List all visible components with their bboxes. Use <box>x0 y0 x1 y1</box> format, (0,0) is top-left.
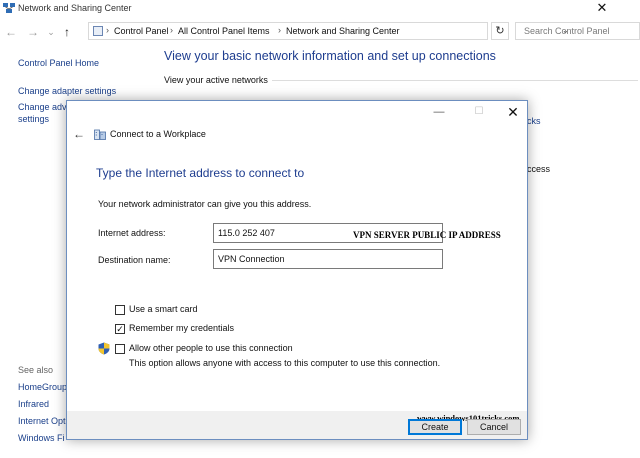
see-also-internet-options[interactable]: Internet Opt <box>18 416 66 426</box>
divider <box>272 80 638 81</box>
smart-card-checkbox[interactable] <box>115 305 125 315</box>
sidebar-link-advanced-cont[interactable]: settings <box>18 114 49 124</box>
vpn-annotation: VPN SERVER PUBLIC IP ADDRESS <box>353 230 501 240</box>
link-fragment[interactable]: cks <box>527 116 541 126</box>
remember-credentials-label[interactable]: Remember my credentials <box>129 323 234 333</box>
sidebar-link-home[interactable]: Control Panel Home <box>18 58 99 68</box>
window-close-icon[interactable]: ✕ <box>590 1 614 15</box>
allow-others-note: This option allows anyone with access to… <box>129 358 441 368</box>
control-panel-icon <box>93 26 103 36</box>
remember-credentials-checkbox[interactable]: ✓ <box>115 324 125 334</box>
address-bar: ← → ⌄ ↑ › Control Panel › All Control Pa… <box>0 22 640 44</box>
breadcrumb-separator: › <box>106 25 109 35</box>
breadcrumb-network-center[interactable]: Network and Sharing Center <box>286 26 400 36</box>
see-also-homegroup[interactable]: HomeGroup <box>18 382 67 392</box>
breadcrumb-separator: › <box>278 25 281 35</box>
minimize-icon[interactable]: — <box>429 105 449 119</box>
create-button[interactable]: Create <box>408 419 462 435</box>
maximize-icon: ☐ <box>474 106 484 117</box>
sidebar-link-advanced[interactable]: Change adv <box>18 102 67 112</box>
dialog-heading: Type the Internet address to connect to <box>96 166 305 180</box>
back-arrow-icon[interactable]: ← <box>4 25 18 39</box>
internet-address-label: Internet address: <box>98 228 166 238</box>
breadcrumb-separator: › <box>170 25 173 35</box>
smart-card-label[interactable]: Use a smart card <box>129 304 198 314</box>
window-title: Network and Sharing Center <box>18 3 132 13</box>
breadcrumb-control-panel[interactable]: Control Panel <box>114 26 169 36</box>
see-also-infrared[interactable]: Infrared <box>18 399 49 409</box>
breadcrumb-all-items[interactable]: All Control Panel Items <box>178 26 270 36</box>
address-box[interactable]: › Control Panel › All Control Panel Item… <box>88 22 569 40</box>
up-arrow-icon[interactable]: ↑ <box>60 25 74 39</box>
text-fragment: ccess <box>527 164 551 174</box>
search-box[interactable]: Search Control Panel <box>515 22 640 40</box>
refresh-icon[interactable]: ↻ <box>491 22 509 40</box>
instruction-text: Your network administrator can give you … <box>98 199 312 209</box>
destination-name-input[interactable] <box>213 249 443 269</box>
network-center-icon <box>3 3 15 13</box>
forward-arrow-icon[interactable]: → <box>26 25 40 39</box>
destination-name-label: Destination name: <box>98 255 171 265</box>
allow-others-checkbox[interactable] <box>115 344 125 354</box>
title-bar: Network and Sharing Center ✕ <box>0 0 640 18</box>
close-icon[interactable]: ✕ <box>503 104 523 120</box>
workplace-icon <box>94 129 106 140</box>
search-placeholder: Search Control Panel <box>524 26 610 36</box>
connect-workplace-dialog: — ☐ ✕ ← Connect to a Workplace Type the … <box>66 100 528 440</box>
see-also-heading: See also <box>18 365 54 375</box>
uac-shield-icon <box>98 342 110 355</box>
allow-others-label[interactable]: Allow other people to use this connectio… <box>129 343 293 353</box>
cancel-button[interactable]: Cancel <box>467 419 521 435</box>
active-networks-label: View your active networks <box>164 75 268 85</box>
sidebar-link-adapter[interactable]: Change adapter settings <box>18 86 116 96</box>
see-also-windows-firewall[interactable]: Windows Fi <box>18 433 65 443</box>
back-arrow-icon[interactable]: ← <box>73 127 87 141</box>
recent-locations-chevron-icon[interactable]: ⌄ <box>44 25 58 39</box>
page-title: View your basic network information and … <box>164 49 496 63</box>
dialog-title: Connect to a Workplace <box>110 129 206 139</box>
